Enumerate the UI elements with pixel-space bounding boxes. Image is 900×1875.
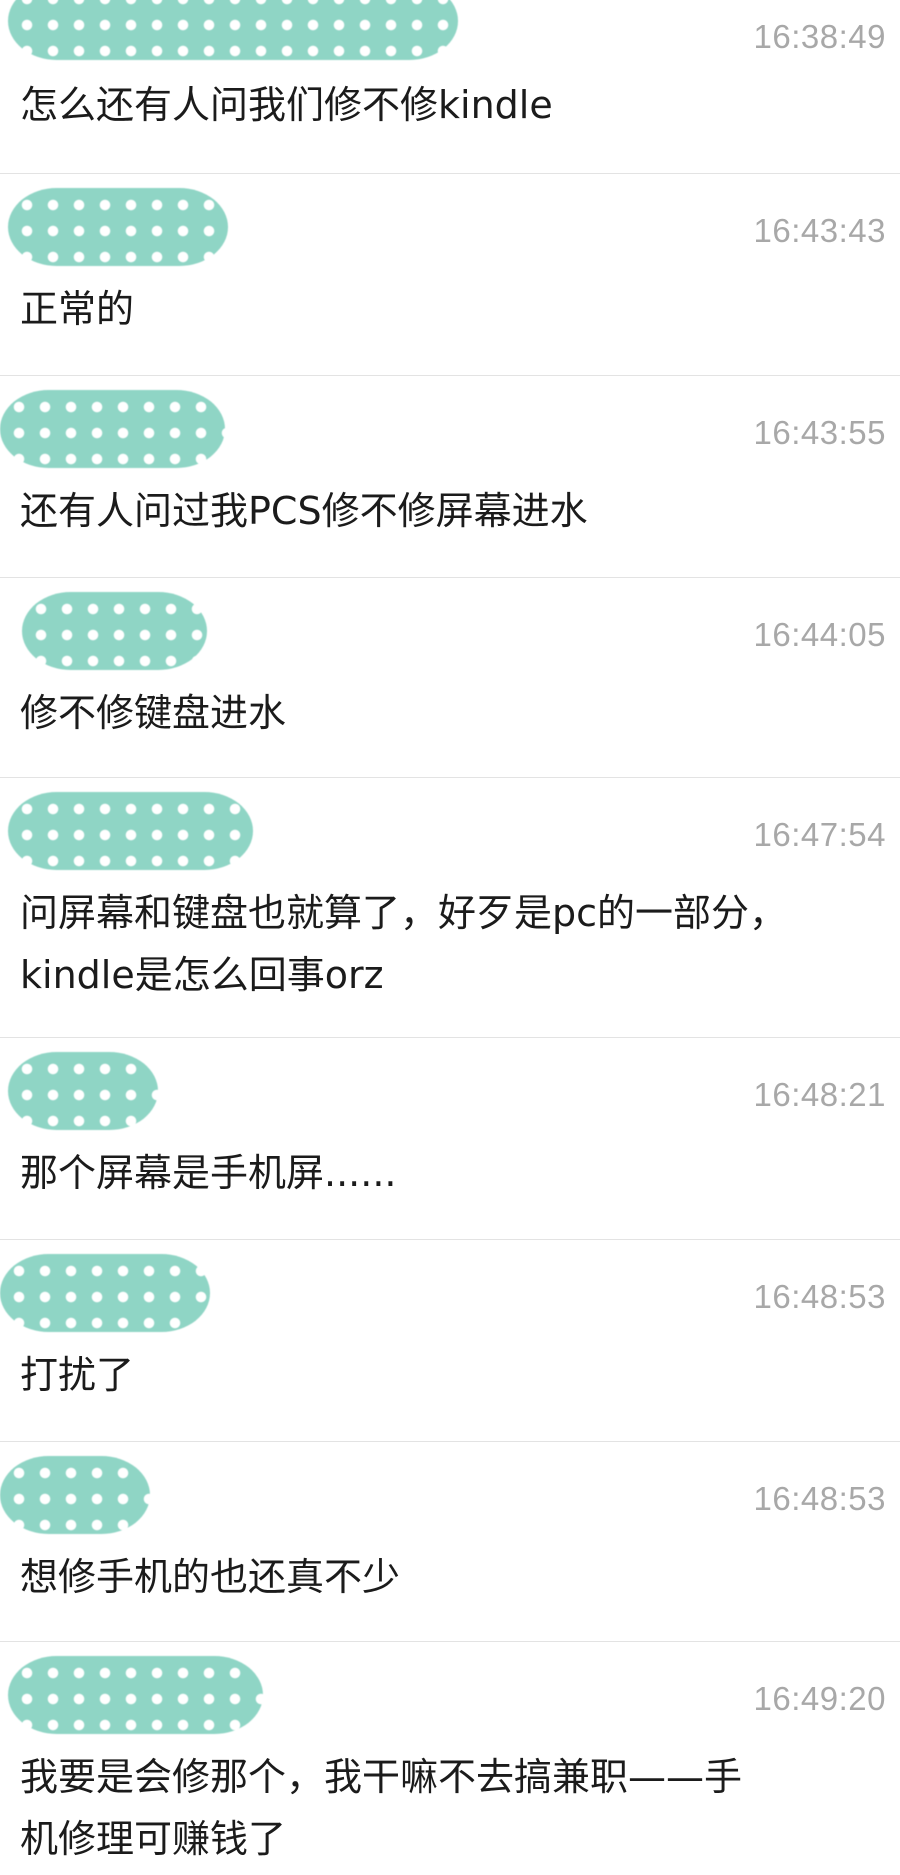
chat-message: 16:49:20 我要是会修那个，我干嘛不去搞兼职——手 机修理可赚钱了: [0, 1642, 900, 1875]
message-timestamp: 16:48:21: [753, 1076, 886, 1113]
sender-name-blurred: [8, 188, 228, 266]
message-timestamp: 16:48:53: [753, 1480, 886, 1517]
sender-name-blurred: [0, 390, 225, 468]
chat-log[interactable]: 16:38:49 怎么还有人问我们修不修kindle 16:43:43 正常的 …: [0, 0, 900, 1875]
message-timestamp: 16:49:20: [753, 1680, 886, 1717]
message-text: 打扰了: [20, 1353, 135, 1397]
chat-message: 16:43:43 正常的: [0, 174, 900, 376]
sender-name-blurred: [8, 792, 253, 870]
chat-message: 16:44:05 修不修键盘进水: [0, 578, 900, 778]
message-text: 想修手机的也还真不少: [20, 1555, 401, 1599]
message-text: 那个屏幕是手机屏......: [20, 1151, 397, 1195]
message-text: 还有人问过我PCS修不修屏幕进水: [20, 489, 588, 533]
message-text: 怎么还有人问我们修不修kindle: [20, 83, 553, 127]
message-timestamp: 16:48:53: [753, 1278, 886, 1315]
sender-name-blurred: [8, 1052, 158, 1130]
message-timestamp: 16:38:49: [753, 18, 886, 55]
message-text: 修不修键盘进水: [20, 691, 287, 735]
chat-message: 16:38:49 怎么还有人问我们修不修kindle: [0, 0, 900, 174]
message-timestamp: 16:43:55: [753, 414, 886, 451]
message-timestamp: 16:47:54: [753, 816, 886, 853]
message-text: 正常的: [20, 287, 135, 331]
message-text: 我要是会修那个，我干嘛不去搞兼职——手 机修理可赚钱了: [20, 1755, 743, 1861]
chat-message: 16:48:21 那个屏幕是手机屏......: [0, 1038, 900, 1240]
chat-message: 16:47:54 问屏幕和键盘也就算了，好歹是pc的一部分， kindle是怎么…: [0, 778, 900, 1038]
sender-name-blurred: [8, 0, 458, 60]
chat-message: 16:43:55 还有人问过我PCS修不修屏幕进水: [0, 376, 900, 578]
sender-name-blurred: [22, 592, 207, 670]
message-timestamp: 16:43:43: [753, 212, 886, 249]
message-timestamp: 16:44:05: [753, 616, 886, 653]
sender-name-blurred: [0, 1254, 210, 1332]
chat-message: 16:48:53 打扰了: [0, 1240, 900, 1442]
sender-name-blurred: [8, 1656, 263, 1734]
sender-name-blurred: [0, 1456, 150, 1534]
chat-message: 16:48:53 想修手机的也还真不少: [0, 1442, 900, 1642]
message-text: 问屏幕和键盘也就算了，好歹是pc的一部分， kindle是怎么回事orz: [20, 891, 788, 997]
